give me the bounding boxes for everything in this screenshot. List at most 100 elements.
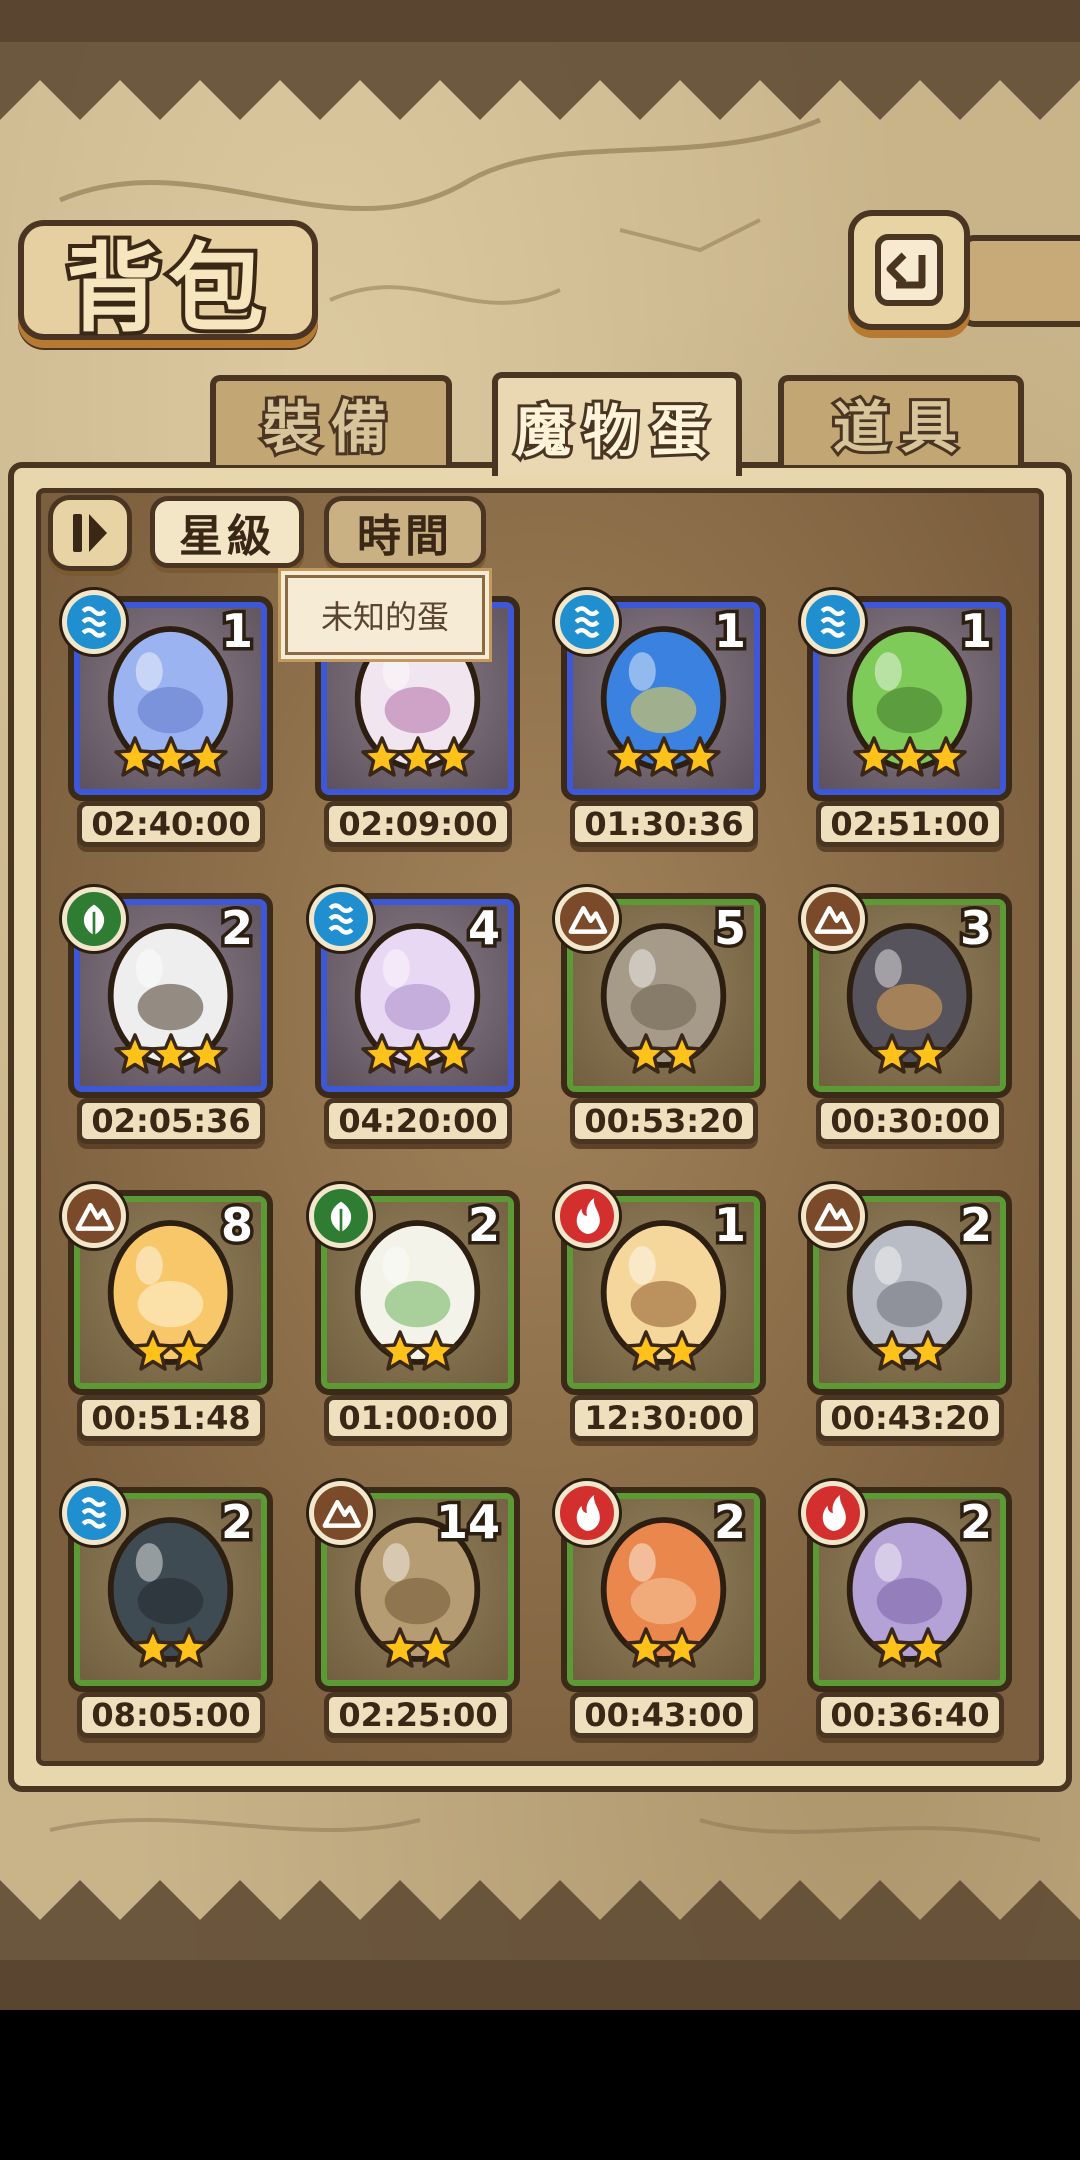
hatch-timer: 01:30:36: [570, 801, 758, 847]
egg-card[interactable]: 1: [555, 590, 766, 801]
egg-count: 8: [217, 1195, 256, 1256]
egg-card[interactable]: 2: [62, 887, 273, 1098]
star-rating: [567, 735, 760, 795]
star-icon: [432, 736, 475, 777]
water-element-icon: [62, 1481, 126, 1545]
egg-count: 1: [710, 1195, 749, 1256]
back-arrow-icon: [875, 234, 943, 306]
hatch-timer: 01:00:00: [324, 1395, 512, 1441]
earth-element-icon: [62, 1184, 126, 1248]
bottom-border: [0, 1960, 1080, 2010]
star-icon: [678, 736, 721, 777]
earth-element-icon: [801, 887, 865, 951]
star-rating: [813, 1626, 1006, 1686]
tab-label: 裝備: [260, 392, 399, 464]
egg-card[interactable]: 2: [801, 1184, 1012, 1395]
egg-count: 2: [956, 1195, 995, 1256]
egg-card[interactable]: 1: [62, 590, 273, 801]
sort-label: 星級: [179, 511, 275, 562]
star-icon: [185, 1033, 228, 1074]
earth-element-icon: [801, 1184, 865, 1248]
egg-count: 2: [217, 898, 256, 959]
star-rating: [74, 735, 267, 795]
egg-count: 2: [956, 1492, 995, 1553]
earth-element-icon: [309, 1481, 373, 1545]
tooltip-text: 未知的蛋: [320, 598, 449, 636]
back-rail: [960, 235, 1080, 327]
tab-equipment[interactable]: 裝備: [210, 375, 452, 465]
water-element-icon: [62, 590, 126, 654]
tab-label: 魔物蛋: [512, 396, 719, 468]
egg-card[interactable]: 14: [309, 1481, 520, 1692]
star-icon: [660, 1627, 703, 1668]
title-plate: 背包: [18, 220, 318, 349]
egg-card[interactable]: 8: [62, 1184, 273, 1395]
earth-element-icon: [555, 887, 619, 951]
egg-count: 14: [432, 1492, 503, 1553]
egg-card[interactable]: 4: [309, 887, 520, 1098]
star-rating: [567, 1329, 760, 1389]
hatch-timer: 02:51:00: [816, 801, 1004, 847]
star-rating: [74, 1329, 267, 1389]
sort-label: 時間: [357, 511, 453, 562]
star-rating: [813, 1329, 1006, 1389]
hatch-timer: 00:30:00: [816, 1098, 1004, 1144]
sort-by-time-button[interactable]: 時間: [324, 496, 486, 568]
grass-element-icon: [309, 1184, 373, 1248]
star-icon: [167, 1627, 210, 1668]
star-icon: [906, 1033, 949, 1074]
star-rating: [321, 1626, 514, 1686]
egg-tooltip: 未知的蛋: [285, 575, 485, 655]
star-rating: [74, 1032, 267, 1092]
star-icon: [414, 1627, 457, 1668]
egg-card[interactable]: 1: [555, 1184, 766, 1395]
fire-element-icon: [801, 1481, 865, 1545]
tab-items[interactable]: 道具: [778, 375, 1024, 465]
star-icon: [924, 736, 967, 777]
hatch-timer: 00:43:00: [570, 1692, 758, 1738]
star-icon: [660, 1330, 703, 1371]
page-title: 背包: [62, 228, 270, 349]
hatch-timer: 00:43:20: [816, 1395, 1004, 1441]
star-icon: [167, 1330, 210, 1371]
star-icon: [432, 1033, 475, 1074]
water-element-icon: [801, 590, 865, 654]
star-rating: [813, 735, 1006, 795]
top-border: [0, 0, 1080, 42]
hatch-timer: 08:05:00: [77, 1692, 265, 1738]
game-screen: 背包 裝備 魔物蛋 道具 星級 時間 1 02:40:00 02:09:00 1 01:…: [0, 0, 1080, 2010]
egg-card[interactable]: 5: [555, 887, 766, 1098]
egg-card[interactable]: 1: [801, 590, 1012, 801]
egg-count: 2: [710, 1492, 749, 1553]
hatch-timer: 02:05:36: [77, 1098, 265, 1144]
hatch-timer: 00:53:20: [570, 1098, 758, 1144]
star-icon: [414, 1330, 457, 1371]
egg-card[interactable]: 2: [555, 1481, 766, 1692]
egg-count: 1: [710, 601, 749, 662]
star-rating: [567, 1626, 760, 1686]
sort-by-stars-button[interactable]: 星級: [150, 496, 304, 568]
hatch-timer: 02:40:00: [77, 801, 265, 847]
sort-order-icon: [73, 514, 107, 552]
star-rating: [813, 1032, 1006, 1092]
egg-count: 5: [710, 898, 749, 959]
hatch-timer: 00:51:48: [77, 1395, 265, 1441]
egg-count: 1: [956, 601, 995, 662]
star-icon: [906, 1627, 949, 1668]
egg-count: 2: [217, 1492, 256, 1553]
sort-order-button[interactable]: [48, 495, 132, 571]
hatch-timer: 02:09:00: [324, 801, 512, 847]
egg-card[interactable]: 2: [801, 1481, 1012, 1692]
egg-card[interactable]: 2: [309, 1184, 520, 1395]
egg-count: 1: [217, 601, 256, 662]
tab-monster-eggs[interactable]: 魔物蛋: [492, 372, 742, 476]
back-button[interactable]: [848, 210, 970, 330]
fire-element-icon: [555, 1184, 619, 1248]
egg-card[interactable]: 3: [801, 887, 1012, 1098]
hatch-timer: 12:30:00: [570, 1395, 758, 1441]
egg-count: 2: [464, 1195, 503, 1256]
star-rating: [74, 1626, 267, 1686]
egg-card[interactable]: 2: [62, 1481, 273, 1692]
egg-count: 4: [464, 898, 503, 959]
water-element-icon: [309, 887, 373, 951]
